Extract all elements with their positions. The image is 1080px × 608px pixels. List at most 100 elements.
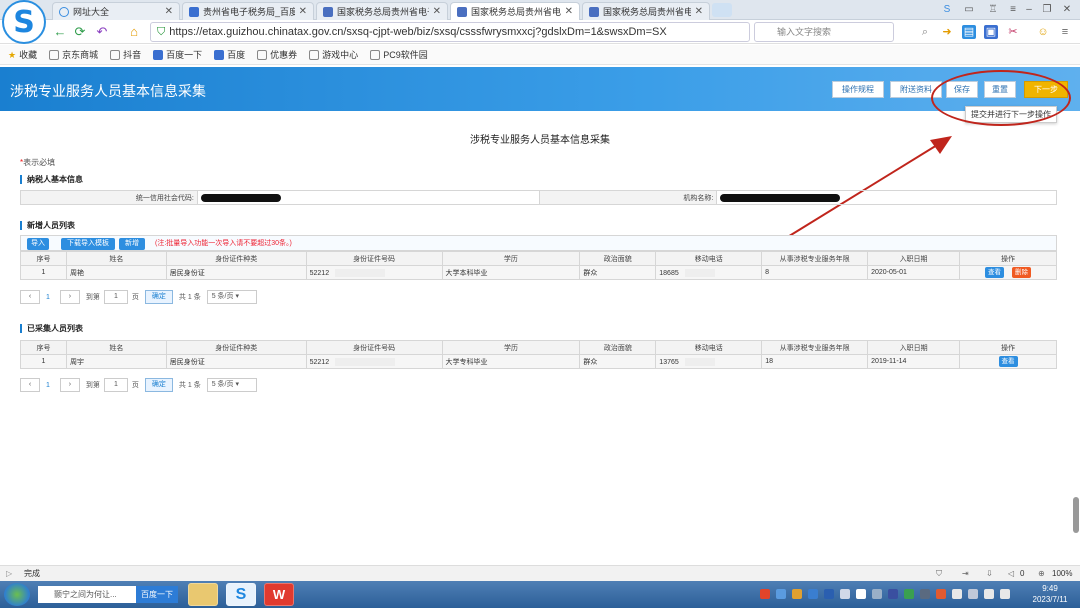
tray-icon[interactable]: [776, 589, 786, 599]
browser-app-icon[interactable]: S: [226, 583, 256, 606]
volume-icon[interactable]: [1000, 589, 1010, 599]
tab-1[interactable]: 贵州省电子税务局_百度 ✕: [182, 2, 314, 20]
file-explorer-icon[interactable]: [188, 583, 218, 606]
bookmark-item[interactable]: PC9软件园: [370, 48, 428, 61]
paw-icon: [189, 6, 199, 17]
goto-page-input[interactable]: 1: [103, 290, 128, 304]
zoom-icon[interactable]: ⊕: [1038, 566, 1045, 581]
close-icon[interactable]: ✕: [165, 6, 173, 17]
tray-icon[interactable]: [952, 589, 962, 599]
view-button[interactable]: 查看: [985, 267, 1005, 278]
op-guide-button[interactable]: 操作规程: [832, 81, 884, 98]
delete-button[interactable]: 删除: [1011, 267, 1031, 278]
goto-page-input[interactable]: 1: [103, 378, 128, 392]
view-button[interactable]: 查看: [998, 356, 1018, 367]
taskbar-search-button[interactable]: 百度一下: [136, 586, 178, 603]
bookmark-item[interactable]: 优惠券: [257, 48, 297, 61]
s-badge-icon[interactable]: S: [940, 3, 954, 17]
current-page[interactable]: 1: [46, 382, 50, 389]
undo-icon[interactable]: ↶: [94, 24, 110, 40]
tray-icon[interactable]: [920, 589, 930, 599]
more-icon[interactable]: ≡: [1058, 25, 1072, 39]
tray-icon[interactable]: [840, 589, 850, 599]
bookmark-item[interactable]: 抖音: [110, 48, 141, 61]
browser-logo[interactable]: S: [2, 0, 46, 44]
refresh-icon[interactable]: ⟳: [72, 24, 88, 40]
download-template-button[interactable]: 下载导入模板: [61, 238, 115, 250]
window-close-icon[interactable]: ✕: [1060, 3, 1074, 17]
bookmark-item[interactable]: 百度一下: [153, 48, 202, 61]
page-size-select[interactable]: 5 条/页 ▾: [206, 378, 257, 392]
search-input[interactable]: 输入文字搜索: [754, 22, 894, 42]
goto-label: 到第: [85, 294, 100, 301]
tab-4[interactable]: 国家税务总局贵州省电子 ✕: [582, 2, 710, 20]
url-input[interactable]: ⛉ https://etax.guizhou.chinatax.gov.cn/s…: [150, 22, 750, 42]
download-icon[interactable]: ⇩: [986, 566, 993, 581]
current-page[interactable]: 1: [46, 294, 50, 301]
tab-0[interactable]: 网址大全 ✕: [52, 2, 180, 20]
minimize-icon[interactable]: –: [1022, 3, 1036, 17]
add-button[interactable]: 新增: [119, 238, 145, 250]
zoom-level[interactable]: 100%: [1052, 566, 1072, 581]
page-size-select[interactable]: 5 条/页 ▾: [206, 290, 257, 304]
app-icon[interactable]: ▤: [962, 25, 976, 39]
clock[interactable]: 9:49 2023/7/11: [1022, 583, 1078, 605]
table-row[interactable]: 1 周宇 居民身份证 52212 大学专科毕业 群众 13765 18 2019…: [20, 354, 1057, 369]
arrow-icon[interactable]: ⇥: [962, 566, 969, 581]
bookmark-favorites[interactable]: ★ 收藏: [8, 48, 37, 61]
next-page-button[interactable]: ›: [59, 290, 80, 304]
col-header: 操作: [959, 251, 1057, 266]
tray-icon[interactable]: [760, 589, 770, 599]
wps-icon[interactable]: W: [264, 583, 294, 606]
restore-icon[interactable]: ❐: [1040, 3, 1054, 17]
close-icon[interactable]: ✕: [695, 6, 703, 17]
address-bar: ← ⟳ ↶ ⌂ ⛉ https://etax.guizhou.chinatax.…: [0, 20, 1080, 44]
bookmark-item[interactable]: 游戏中心: [309, 48, 358, 61]
login-icon[interactable]: ➜: [940, 25, 954, 39]
cell-edu: 大学本科毕业: [441, 265, 581, 280]
menu-icon[interactable]: ≡: [1006, 3, 1020, 17]
prev-page-button[interactable]: ‹: [20, 290, 40, 304]
tray-icon[interactable]: [808, 589, 818, 599]
panel-icon[interactable]: ▷: [6, 566, 12, 581]
smile-icon[interactable]: ☺: [1036, 25, 1050, 39]
taskbar-search-input[interactable]: 颢宁之间为何让...: [38, 586, 136, 603]
new-tab-button[interactable]: [712, 3, 732, 17]
tray-icon[interactable]: [856, 589, 866, 599]
close-icon[interactable]: ✕: [433, 6, 441, 17]
prev-page-button[interactable]: ‹: [20, 378, 40, 392]
tab-3-active[interactable]: 国家税务总局贵州省电子 ✕: [450, 2, 580, 20]
start-button[interactable]: [4, 583, 30, 606]
next-page-button[interactable]: ›: [59, 378, 80, 392]
shield-icon[interactable]: ⛉: [936, 566, 942, 581]
goto-ok-button[interactable]: 确定: [144, 290, 173, 304]
import-button[interactable]: 导入: [27, 238, 49, 250]
tray-icon[interactable]: [968, 589, 978, 599]
bookmark-item[interactable]: 百度: [214, 48, 245, 61]
close-icon[interactable]: ✕: [565, 6, 573, 17]
table-row[interactable]: 1 周艳 居民身份证 52212 大学本科毕业 群众 18685 8 2020-…: [20, 265, 1057, 280]
window-icon[interactable]: ▣: [984, 25, 998, 39]
cell-date: 2020-05-01: [867, 265, 961, 280]
shirt-icon[interactable]: ♖: [986, 3, 1000, 17]
close-icon[interactable]: ✕: [299, 6, 307, 17]
home-icon[interactable]: ⌂: [126, 24, 142, 40]
tray-icon[interactable]: [824, 589, 834, 599]
goto-ok-button[interactable]: 确定: [144, 378, 173, 392]
scrollbar-thumb[interactable]: [1073, 497, 1079, 533]
tab-2[interactable]: 国家税务总局贵州省电子 ✕: [316, 2, 448, 20]
bluetooth-icon[interactable]: [888, 589, 898, 599]
network-icon[interactable]: [984, 589, 994, 599]
tray-icon[interactable]: [792, 589, 802, 599]
globe-icon: [59, 6, 69, 17]
bookmark-item[interactable]: 京东商城: [49, 48, 98, 61]
tray-icon[interactable]: [872, 589, 882, 599]
card-icon[interactable]: ▭: [962, 3, 976, 17]
tray-icon[interactable]: [936, 589, 946, 599]
tab-title: 国家税务总局贵州省电子: [337, 7, 429, 17]
scissors-icon[interactable]: ✂: [1006, 25, 1020, 39]
tray-icon[interactable]: [904, 589, 914, 599]
page-search-icon[interactable]: ⌕: [918, 25, 932, 39]
speaker-icon[interactable]: ◁: [1008, 566, 1014, 581]
back-icon[interactable]: ←: [52, 24, 68, 40]
